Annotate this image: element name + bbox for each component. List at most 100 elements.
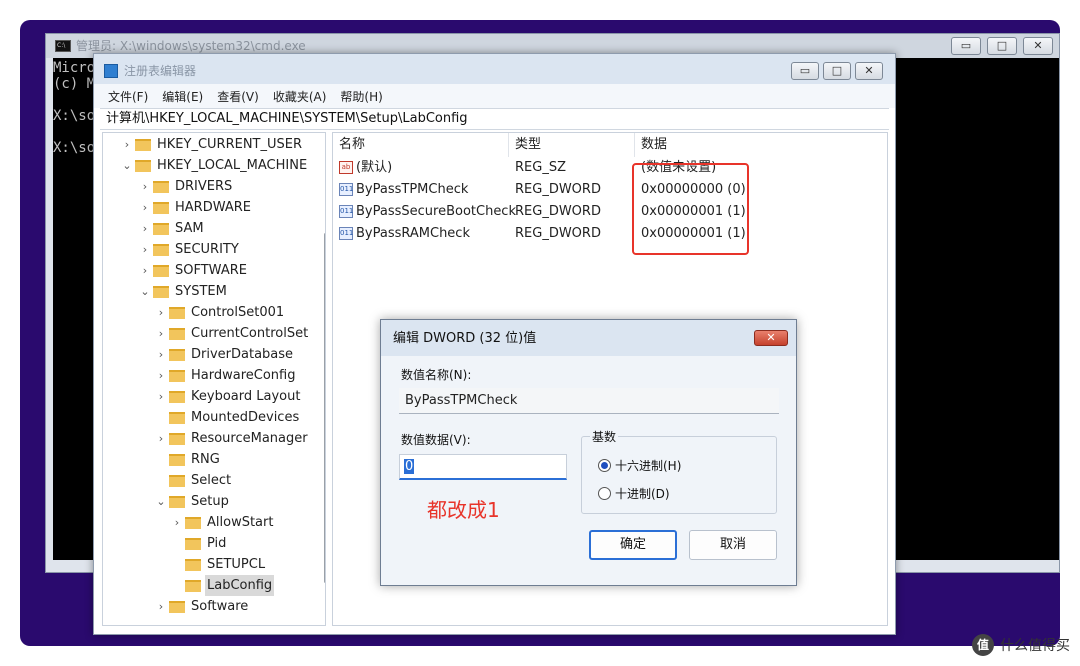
cancel-button[interactable]: 取消 — [689, 530, 777, 560]
value-row[interactable]: 011 ByPassRAMCheck REG_DWORD 0x00000001 (1) — [333, 223, 887, 245]
tree-item-label: HKEY_CURRENT_USER — [157, 137, 303, 152]
tree-item-currentcontrolset[interactable]: › CurrentControlSet — [155, 323, 310, 344]
tree-item-sam[interactable]: › SAM — [139, 218, 206, 239]
tree-item-label: SYSTEM — [175, 284, 227, 299]
tree-item-label: LabConfig — [205, 575, 275, 596]
chevron-down-icon[interactable]: ⌄ — [155, 491, 167, 512]
tree-item-security[interactable]: › SECURITY — [139, 239, 241, 260]
folder-icon — [153, 222, 169, 235]
folder-icon — [169, 348, 185, 361]
tree-item-select[interactable]: Select — [155, 470, 233, 491]
value-data-input[interactable]: 0 — [399, 454, 567, 480]
chevron-right-icon[interactable]: › — [139, 218, 151, 239]
folder-icon — [153, 201, 169, 214]
column-header-name[interactable]: 名称 — [333, 133, 509, 157]
dialog-title-bar[interactable]: 编辑 DWORD (32 位)值 ✕ — [381, 320, 796, 356]
watermark: 值 什么值得买 — [972, 634, 1070, 656]
tree-item-hkey-current-user[interactable]: › HKEY_CURRENT_USER — [121, 134, 304, 155]
tree-item-label: Setup — [191, 494, 229, 509]
tree-item-setup[interactable]: ⌄ Setup — [155, 491, 231, 512]
chevron-right-icon[interactable]: › — [155, 344, 167, 365]
folder-icon — [185, 537, 201, 550]
folder-icon — [135, 138, 151, 151]
value-name: ByPassRAMCheck — [356, 226, 470, 241]
menu-help[interactable]: 帮助(H) — [340, 88, 382, 105]
tree-item-labconfig[interactable]: LabConfig — [171, 575, 275, 596]
ok-button[interactable]: 确定 — [589, 530, 677, 560]
tree-item-software[interactable]: › Software — [155, 596, 250, 617]
binary-value-icon: 011 — [339, 205, 353, 218]
tree-item-controlset001[interactable]: › ControlSet001 — [155, 302, 286, 323]
chevron-right-icon[interactable]: › — [121, 134, 133, 155]
address-bar[interactable]: 计算机\HKEY_LOCAL_MACHINE\SYSTEM\Setup\LabC… — [100, 108, 889, 130]
page: C:\ 管理员: X:\windows\system32\cmd.exe ▭ □… — [0, 0, 1080, 666]
tree-item-hardwareconfig[interactable]: › HardwareConfig — [155, 365, 297, 386]
column-header-type[interactable]: 类型 — [509, 133, 635, 157]
menu-edit[interactable]: 编辑(E) — [162, 88, 203, 105]
radio-hex[interactable]: 十六进制(H) — [598, 457, 681, 474]
chevron-right-icon[interactable]: › — [155, 596, 167, 617]
tree-item-label: Pid — [207, 536, 227, 551]
tree-item-label: ResourceManager — [191, 431, 308, 446]
tree-item-mounteddevices[interactable]: MountedDevices — [155, 407, 301, 428]
cmd-minimize-button[interactable]: ▭ — [951, 37, 981, 55]
binary-value-icon: 011 — [339, 183, 353, 196]
regedit-title-bar[interactable]: 注册表编辑器 ▭ □ ✕ — [94, 54, 895, 84]
annotation-text: 都改成1 — [427, 498, 500, 522]
value-row[interactable]: 011 ByPassTPMCheck REG_DWORD 0x00000000 (0) — [333, 179, 887, 201]
tree-item-label: DRIVERS — [175, 179, 233, 194]
chevron-right-icon[interactable]: › — [139, 197, 151, 218]
tree-item-allowstart[interactable]: › AllowStart — [171, 512, 275, 533]
menu-favorites[interactable]: 收藏夹(A) — [273, 88, 327, 105]
tree-item-hardware[interactable]: › HARDWARE — [139, 197, 253, 218]
tree-item-resourcemanager[interactable]: › ResourceManager — [155, 428, 310, 449]
value-row[interactable]: 011 ByPassSecureBootCheck REG_DWORD 0x00000… — [333, 201, 887, 223]
chevron-right-icon[interactable]: › — [155, 365, 167, 386]
tree-item-label: HARDWARE — [175, 200, 251, 215]
column-header-data[interactable]: 数据 — [635, 133, 889, 157]
chevron-right-icon[interactable]: › — [155, 302, 167, 323]
tree-item-label: HKEY_LOCAL_MACHINE — [157, 158, 308, 173]
chevron-right-icon[interactable]: › — [139, 239, 151, 260]
radio-dec-button[interactable] — [598, 487, 611, 500]
tree-scrollbar[interactable] — [324, 233, 325, 583]
tree-item-label: ControlSet001 — [191, 305, 285, 320]
tree-item-system[interactable]: ⌄ SYSTEM — [139, 281, 229, 302]
chevron-right-icon[interactable]: › — [139, 260, 151, 281]
chevron-down-icon[interactable]: ⌄ — [139, 281, 151, 302]
value-data-label: 数值数据(V): — [401, 433, 471, 447]
tree-item-hkey-local-machine[interactable]: ⌄ HKEY_LOCAL_MACHINE — [121, 155, 309, 176]
chevron-right-icon[interactable]: › — [155, 323, 167, 344]
tree-item-setupcl[interactable]: SETUPCL — [171, 554, 267, 575]
tree-item-software[interactable]: › SOFTWARE — [139, 260, 249, 281]
cmd-maximize-button[interactable]: □ — [987, 37, 1017, 55]
cmd-icon: C:\ — [55, 40, 71, 52]
tree-item-label: AllowStart — [207, 515, 274, 530]
regedit-minimize-button[interactable]: ▭ — [791, 62, 819, 80]
tree-item-drivers[interactable]: › DRIVERS — [139, 176, 234, 197]
chevron-down-icon[interactable]: ⌄ — [121, 155, 133, 176]
regedit-close-button[interactable]: ✕ — [855, 62, 883, 80]
chevron-right-icon[interactable]: › — [155, 428, 167, 449]
folder-icon — [169, 390, 185, 403]
tree-item-rng[interactable]: RNG — [155, 449, 222, 470]
tree-item-pid[interactable]: Pid — [171, 533, 228, 554]
dialog-close-button[interactable]: ✕ — [754, 330, 788, 346]
tree-item-keyboard-layout[interactable]: › Keyboard Layout — [155, 386, 302, 407]
menu-file[interactable]: 文件(F) — [108, 88, 148, 105]
chevron-right-icon[interactable]: › — [155, 386, 167, 407]
radio-hex-button[interactable] — [598, 459, 611, 472]
tree-item-driverdatabase[interactable]: › DriverDatabase — [155, 344, 295, 365]
chevron-right-icon[interactable]: › — [139, 176, 151, 197]
key-tree: › HKEY_CURRENT_USER ⌄ HKEY_LOCAL_MACHINE › DR… — [102, 132, 326, 626]
tree-item-label: RNG — [191, 452, 220, 467]
menu-view[interactable]: 查看(V) — [217, 88, 259, 105]
tree-item-label: HardwareConfig — [191, 368, 296, 383]
chevron-right-icon[interactable]: › — [171, 512, 183, 533]
regedit-maximize-button[interactable]: □ — [823, 62, 851, 80]
radio-dec[interactable]: 十进制(D) — [598, 485, 670, 502]
value-row[interactable]: ab (默认) REG_SZ (数值未设置) — [333, 157, 887, 179]
tree-item-label: Software — [191, 599, 249, 614]
cmd-close-button[interactable]: ✕ — [1023, 37, 1053, 55]
cmd-title: 管理员: X:\windows\system32\cmd.exe — [76, 39, 306, 53]
